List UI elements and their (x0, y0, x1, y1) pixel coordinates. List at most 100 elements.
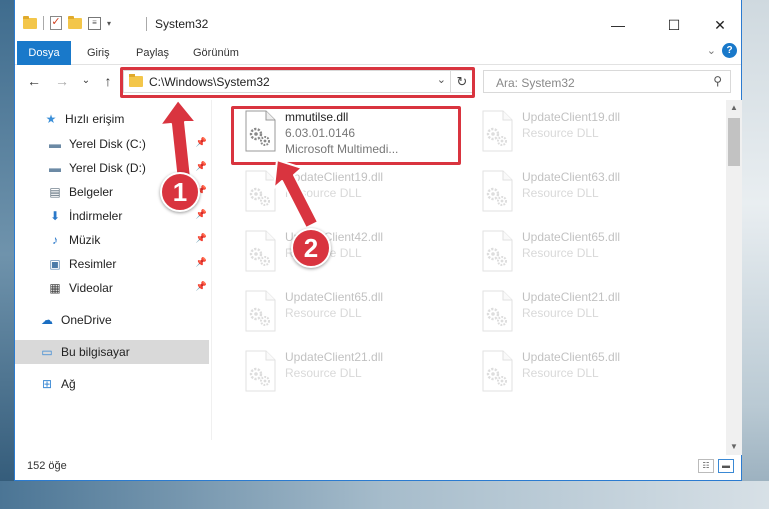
file-tile[interactable]: UpdateClient65.dll Resource DLL (474, 346, 704, 402)
scroll-down-button[interactable]: ▼ (726, 439, 742, 455)
customize-toolbar-icon[interactable]: ▾ (107, 19, 111, 28)
dll-file-icon (243, 350, 277, 392)
scroll-up-button[interactable]: ▲ (726, 100, 742, 116)
quick-access-toolbar: ✓ ≡ ▾ (23, 15, 111, 30)
sidebar-item[interactable]: ▬ Yerel Disk (C:) 📌 (15, 132, 209, 156)
file-detail: Resource DLL (522, 246, 599, 260)
minimize-button[interactable]: — (595, 12, 641, 38)
sidebar-item-label: Müzik (69, 233, 101, 247)
dll-file-icon (243, 170, 277, 212)
file-tile[interactable]: UpdateClient63.dll Resource DLL (474, 166, 704, 222)
item-count: 152 öğe (27, 460, 67, 472)
vertical-scrollbar[interactable]: ▲ ▼ (726, 100, 742, 455)
sidebar-item[interactable]: ▭ Bu bilgisayar (15, 340, 209, 364)
toolbar-separator (43, 16, 44, 30)
sidebar-item[interactable]: ▣ Resimler 📌 (15, 252, 209, 276)
maximize-button[interactable]: ☐ (651, 12, 697, 38)
file-detail: Resource DLL (522, 366, 599, 380)
pin-icon[interactable]: 📌 (196, 233, 207, 244)
checkmark-icon[interactable]: ✓ (50, 16, 62, 30)
star-icon: ★ (45, 112, 57, 126)
navigation-pane: ★ Hızlı erişim ▬ Yerel Disk (C:) 📌 ▬ Yerel Dis… (15, 100, 211, 445)
dll-file-icon (480, 170, 514, 212)
sidebar-item-label: Ağ (61, 377, 76, 391)
file-tile[interactable]: UpdateClient19.dll Resource DLL (474, 106, 704, 162)
sidebar-item-label: Videolar (69, 281, 113, 295)
new-folder-icon[interactable] (68, 15, 82, 29)
tab-view[interactable]: Görünüm (193, 43, 239, 63)
dll-file-icon (480, 350, 514, 392)
pin-icon[interactable]: 📌 (196, 161, 207, 172)
pictures-icon: ▣ (49, 257, 61, 271)
sidebar-item-label: Belgeler (69, 185, 114, 199)
desktop-background-left (0, 0, 14, 509)
details-view-button[interactable]: ☷ (698, 459, 714, 473)
file-highlight-box (231, 106, 461, 165)
drive-icon: ▬ (49, 137, 61, 151)
file-name: UpdateClient21.dll (522, 290, 621, 304)
network-icon: ⊞ (41, 377, 53, 391)
ribbon-tabs: Dosya Giriş Paylaş Görünüm ⌄ ? (15, 40, 741, 65)
sidebar-item-label: Yerel Disk (D:) (69, 161, 146, 175)
file-tile[interactable]: UpdateClient19.dll Resource DLL (237, 166, 467, 222)
file-name: UpdateClient21.dll (285, 350, 384, 364)
window-title: System32 (155, 17, 209, 31)
file-name: UpdateClient63.dll (522, 170, 621, 184)
file-tile[interactable]: UpdateClient21.dll Resource DLL (237, 346, 467, 402)
file-detail: Resource DLL (285, 186, 362, 200)
pin-icon[interactable]: 📌 (196, 137, 207, 148)
pin-icon[interactable]: 📌 (196, 257, 207, 268)
download-icon: ⬇ (49, 209, 61, 223)
help-icon[interactable]: ? (722, 43, 737, 58)
folder-icon[interactable] (23, 15, 37, 29)
pin-icon[interactable]: 📌 (196, 209, 207, 220)
search-icon[interactable]: ⚲ (713, 74, 722, 88)
drive-icon: ▬ (49, 161, 61, 175)
file-tile[interactable]: UpdateClient65.dll Resource DLL (237, 286, 467, 342)
search-input[interactable]: Ara: System32 (496, 76, 575, 90)
document-icon: ▤ (49, 185, 61, 199)
step-1-badge: 1 (160, 172, 200, 212)
sidebar-item[interactable]: ▦ Videolar 📌 (15, 276, 209, 300)
sidebar-item-label: İndirmeler (69, 209, 123, 223)
forward-button[interactable]: → (53, 72, 71, 90)
sidebar-item[interactable]: ★ Hızlı erişim (15, 107, 209, 131)
tab-share[interactable]: Paylaş (136, 43, 169, 63)
dll-file-icon (243, 230, 277, 272)
expand-ribbon-icon[interactable]: ⌄ (707, 44, 716, 57)
file-tile[interactable]: UpdateClient65.dll Resource DLL (474, 226, 704, 282)
close-button[interactable]: ✕ (697, 12, 743, 38)
computer-icon: ▭ (41, 345, 53, 359)
file-tile[interactable]: UpdateClient42.dllResource DLL (237, 226, 467, 282)
sidebar-item-label: Bu bilgisayar (61, 345, 130, 359)
dll-file-icon (243, 290, 277, 332)
desktop-background-bottom (0, 481, 769, 509)
tiles-view-button[interactable]: ▬ (718, 459, 734, 473)
file-detail: Resource DLL (285, 366, 362, 380)
file-tile[interactable]: UpdateClient21.dll Resource DLL (474, 286, 704, 342)
back-button[interactable]: ← (25, 72, 43, 90)
tab-home[interactable]: Giriş (87, 43, 110, 63)
dll-file-icon (480, 110, 514, 152)
recent-locations-button[interactable]: ⌄ (77, 72, 95, 90)
properties-icon[interactable]: ≡ (88, 16, 101, 30)
tab-file[interactable]: Dosya (17, 41, 71, 65)
dll-file-icon (480, 290, 514, 332)
scroll-thumb[interactable] (728, 118, 740, 166)
step-2-badge: 2 (291, 228, 331, 268)
status-bar: 152 öğe ☷ ▬ (15, 455, 741, 479)
search-box[interactable]: Ara: System32 ⚲ (483, 70, 731, 93)
sidebar-item[interactable]: ☁ OneDrive (15, 308, 209, 332)
up-button[interactable]: ↑ (99, 72, 117, 90)
file-name: UpdateClient65.dll (522, 230, 621, 244)
file-name: UpdateClient19.dll (285, 170, 384, 184)
sidebar-item-label: Hızlı erişim (65, 112, 125, 126)
file-detail: Resource DLL (522, 186, 599, 200)
title-separator (146, 17, 147, 31)
sidebar-item[interactable]: ⊞ Ağ (15, 372, 209, 396)
video-icon: ▦ (49, 281, 61, 295)
ribbon-controls: ⌄ ? (707, 43, 737, 58)
sidebar-item[interactable]: ♪ Müzik 📌 (15, 228, 209, 252)
pin-icon[interactable]: 📌 (196, 281, 207, 292)
file-name: UpdateClient19.dll (522, 110, 621, 124)
